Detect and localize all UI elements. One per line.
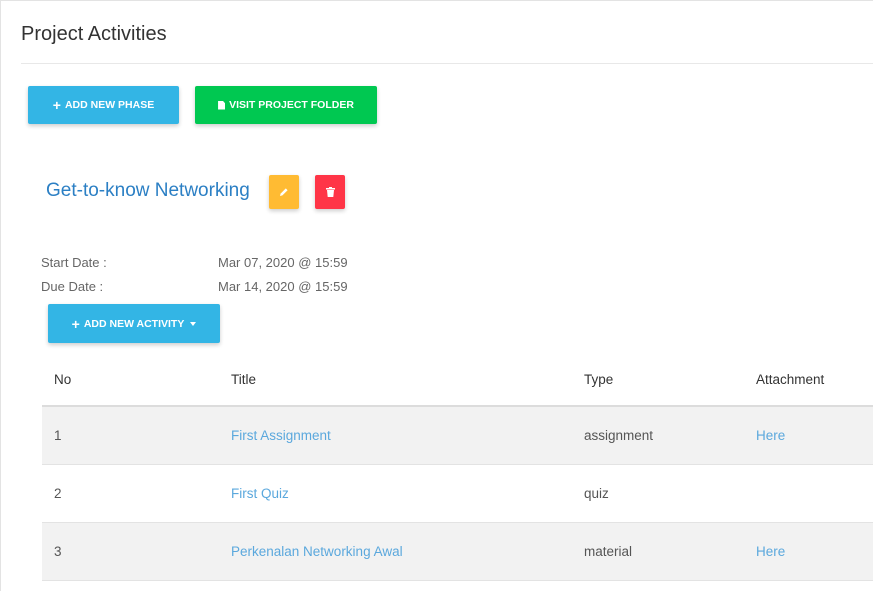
trash-icon [325, 187, 335, 197]
row-no: 3 [42, 522, 219, 581]
attachment-link[interactable]: Here [756, 428, 785, 443]
row-type: material [572, 522, 744, 581]
header-title: Title [219, 354, 572, 407]
table-header-row: No Title Type Attachment [42, 354, 873, 407]
table-row: 2 First Quiz quiz [42, 464, 873, 523]
add-new-activity-dropdown-button[interactable]: + ADD NEW ACTIVITY [48, 304, 220, 343]
add-new-phase-button[interactable]: + ADD NEW PHASE [28, 86, 179, 124]
add-new-activity-label: ADD NEW ACTIVITY [83, 317, 185, 330]
header-attachment: Attachment [744, 354, 873, 407]
row-type: quiz [572, 464, 744, 523]
table-row: 1 First Assignment assignment Here [42, 406, 873, 465]
visit-project-folder-button[interactable]: VISIT PROJECT FOLDER [195, 86, 377, 124]
activities-table: No Title Type Attachment 1 First Assignm… [42, 354, 873, 581]
page-title: Project Activities [21, 23, 167, 45]
visit-project-folder-label: VISIT PROJECT FOLDER [229, 99, 354, 111]
activity-title-link[interactable]: First Quiz [231, 486, 289, 501]
due-date-value: Mar 14, 2020 @ 15:59 [218, 279, 348, 294]
start-date-value: Mar 07, 2020 @ 15:59 [218, 255, 348, 270]
start-date-label: Start Date : [41, 255, 107, 270]
row-no: 2 [42, 464, 219, 523]
phase-title: Get-to-know Networking [46, 180, 250, 201]
title-divider [21, 63, 873, 64]
due-date-label: Due Date : [41, 279, 104, 294]
file-icon [218, 100, 226, 110]
table-row: 3 Perkenalan Networking Awal material He… [42, 522, 873, 581]
plus-icon: + [52, 97, 61, 113]
edit-phase-button[interactable] [269, 175, 299, 209]
row-type: assignment [572, 406, 744, 465]
activity-title-link[interactable]: First Assignment [231, 428, 331, 443]
row-no: 1 [42, 406, 219, 465]
project-activities-card: Project Activities + ADD NEW PHASE VISIT… [0, 0, 873, 591]
caret-down-icon [190, 321, 197, 326]
activity-title-link[interactable]: Perkenalan Networking Awal [231, 544, 403, 559]
header-no: No [42, 354, 219, 407]
add-new-phase-label: ADD NEW PHASE [64, 99, 155, 111]
header-type: Type [572, 354, 744, 407]
delete-phase-button[interactable] [315, 175, 345, 209]
plus-icon: + [71, 315, 80, 332]
attachment-link[interactable]: Here [756, 544, 785, 559]
pencil-icon [280, 188, 288, 196]
